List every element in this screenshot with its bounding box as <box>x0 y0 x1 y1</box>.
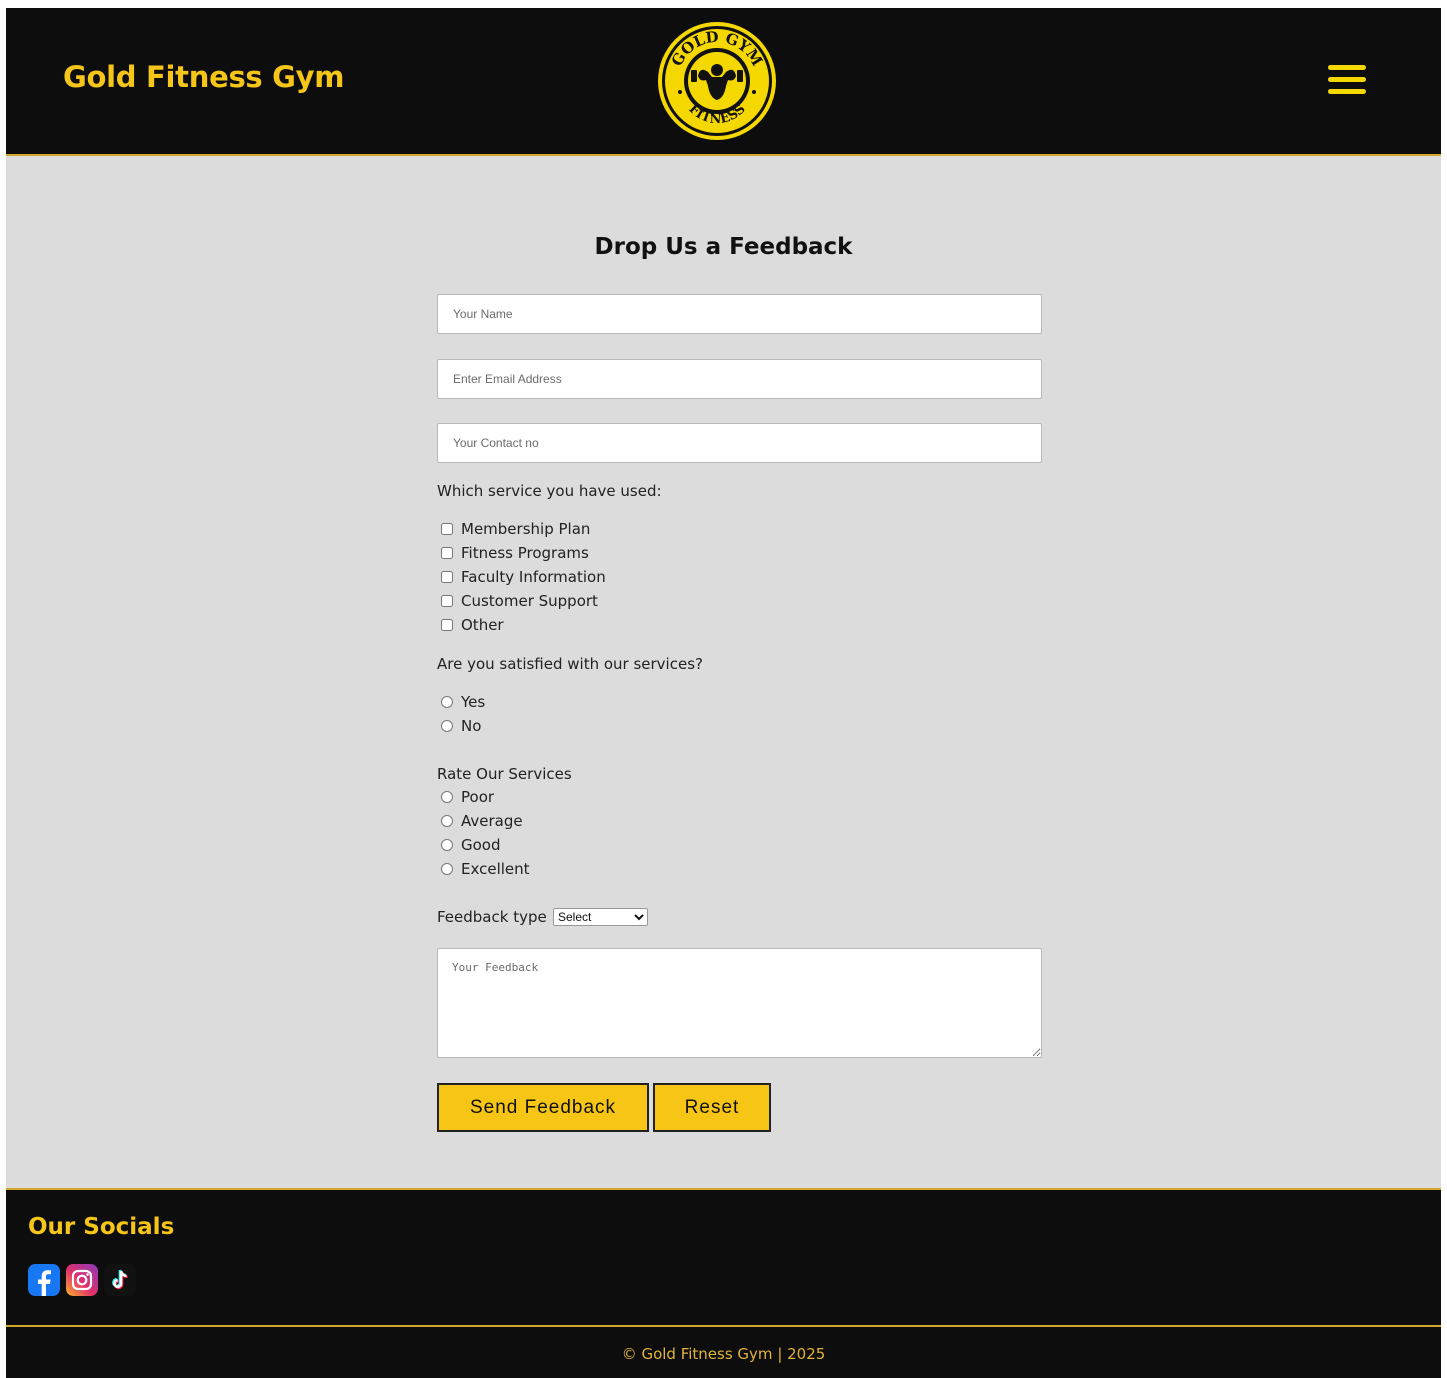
tiktok-icon[interactable] <box>104 1264 136 1296</box>
instagram-icon[interactable] <box>66 1264 98 1296</box>
rate-option-good[interactable]: Good <box>440 834 501 856</box>
feedback-textarea[interactable] <box>437 948 1042 1058</box>
rate-option-poor[interactable]: Poor <box>440 786 494 808</box>
hamburger-menu-button[interactable] <box>1328 64 1368 98</box>
facebook-icon[interactable] <box>28 1264 60 1296</box>
rate-radio[interactable] <box>441 791 453 803</box>
rate-radio[interactable] <box>441 815 453 827</box>
socials-title: Our Socials <box>28 1214 175 1240</box>
name-input[interactable] <box>437 294 1042 334</box>
brand-title[interactable]: Gold Fitness Gym <box>63 60 345 94</box>
feedback-type-label: Feedback type <box>437 908 547 926</box>
service-option-other[interactable]: Other <box>440 614 504 636</box>
satisfied-radio[interactable] <box>441 696 453 708</box>
site-header: Gold Fitness Gym GOLD GYM FITNESS <box>6 8 1441 156</box>
rate-option-average[interactable]: Average <box>440 810 523 832</box>
rate-radio[interactable] <box>441 839 453 851</box>
service-option-fitness-programs[interactable]: Fitness Programs <box>440 542 589 564</box>
rate-option-excellent[interactable]: Excellent <box>440 858 530 880</box>
feedback-type-select[interactable]: Select <box>553 908 648 926</box>
send-feedback-button[interactable]: Send Feedback <box>437 1083 649 1132</box>
service-checkbox[interactable] <box>441 619 453 631</box>
form-title: Drop Us a Feedback <box>594 234 853 260</box>
satisfied-option-yes[interactable]: Yes <box>440 691 485 713</box>
service-checkbox[interactable] <box>441 547 453 559</box>
gym-logo[interactable]: GOLD GYM FITNESS <box>656 20 778 142</box>
rate-label: Rate Our Services <box>437 765 572 783</box>
footer-divider <box>6 1325 1441 1327</box>
satisfied-option-no[interactable]: No <box>440 715 481 737</box>
services-label: Which service you have used: <box>437 482 662 500</box>
service-checkbox[interactable] <box>441 595 453 607</box>
page-frame: Gold Fitness Gym GOLD GYM FITNESS Drop U… <box>6 8 1441 1378</box>
hamburger-icon <box>1328 65 1366 70</box>
satisfied-radio[interactable] <box>441 720 453 732</box>
service-option-faculty[interactable]: Faculty Information <box>440 566 606 588</box>
reset-button[interactable]: Reset <box>653 1083 771 1132</box>
site-footer: Our Socials © Gold Fitness Gym | 2025 <box>6 1188 1441 1378</box>
service-option-support[interactable]: Customer Support <box>440 590 598 612</box>
satisfied-label: Are you satisfied with our services? <box>437 655 703 673</box>
email-input[interactable] <box>437 359 1042 399</box>
copyright-text: © Gold Fitness Gym | 2025 <box>621 1345 826 1363</box>
service-option-membership[interactable]: Membership Plan <box>440 518 590 540</box>
contact-input[interactable] <box>437 423 1042 463</box>
service-checkbox[interactable] <box>441 571 453 583</box>
service-checkbox[interactable] <box>441 523 453 535</box>
rate-radio[interactable] <box>441 863 453 875</box>
